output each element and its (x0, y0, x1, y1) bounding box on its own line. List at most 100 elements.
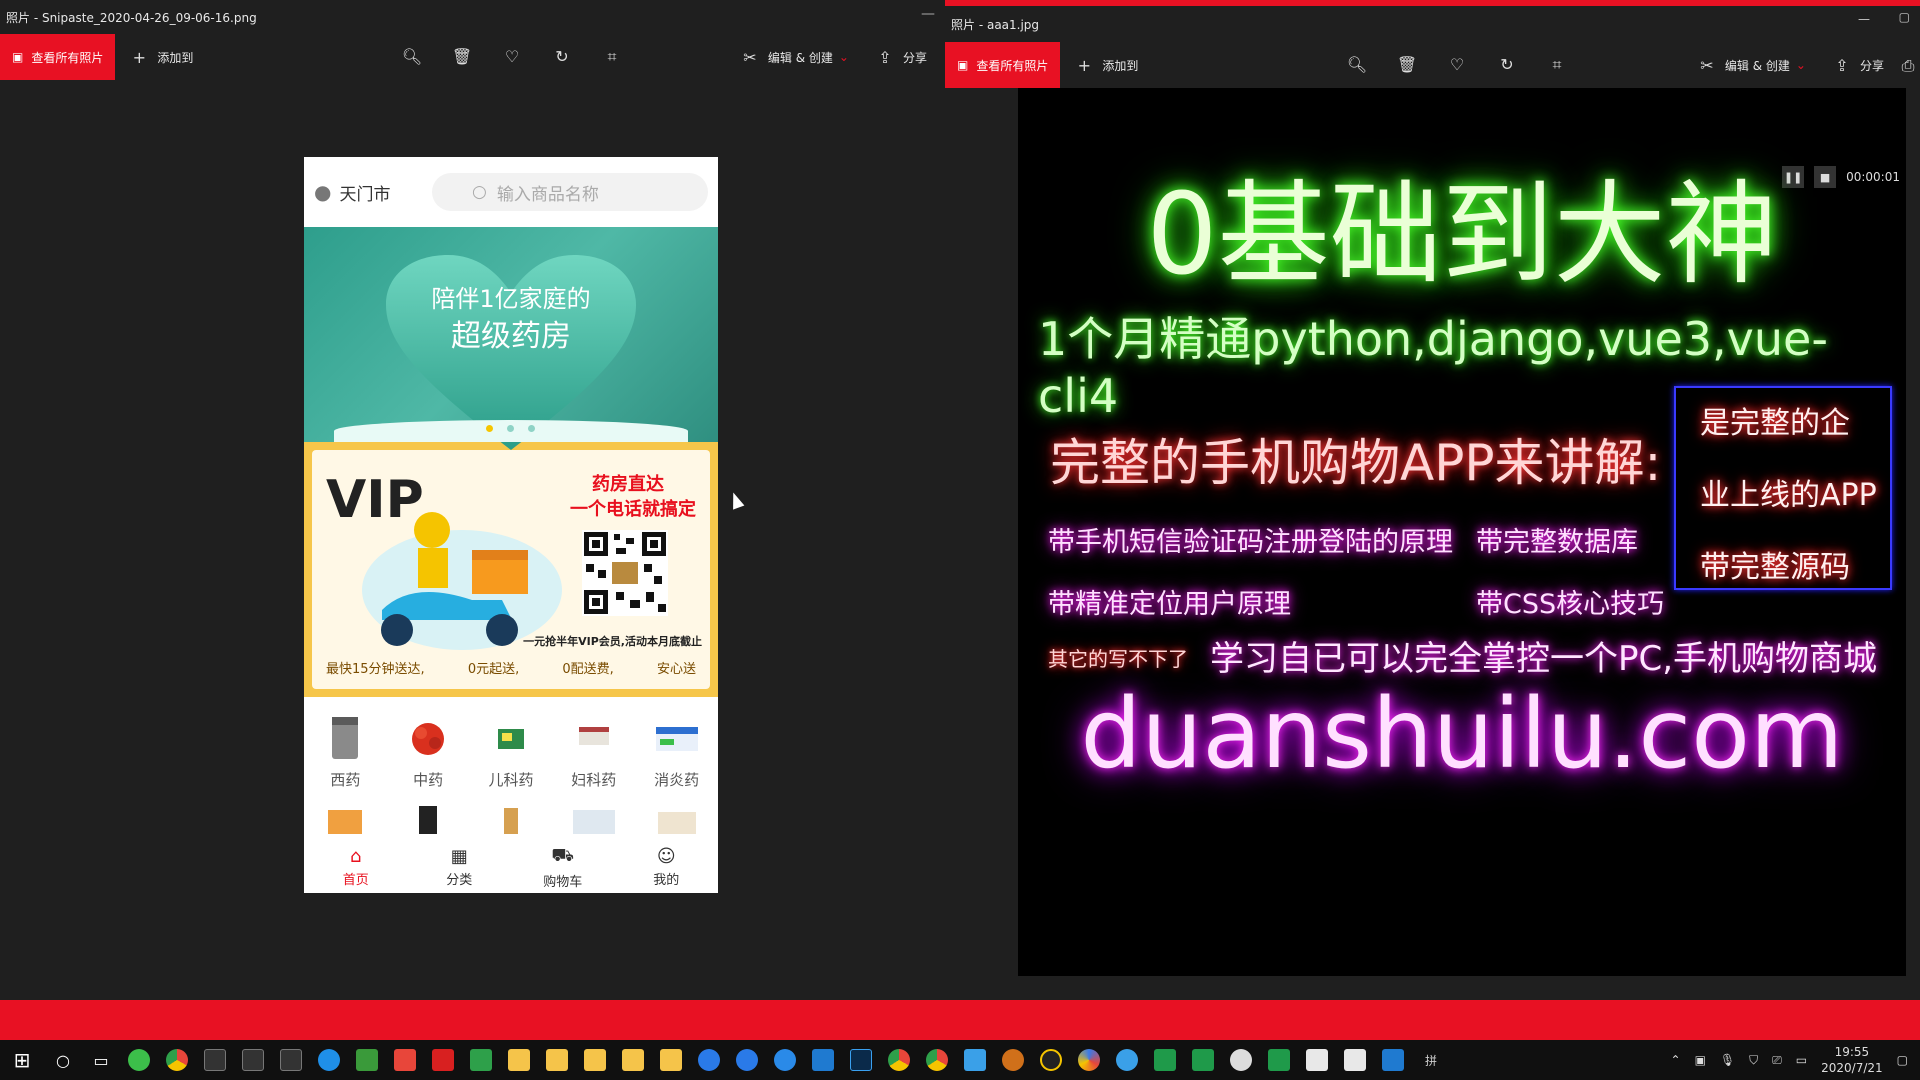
app-grid-icon[interactable] (386, 1040, 424, 1080)
photoshop-icon[interactable] (842, 1040, 880, 1080)
edit-create-button[interactable]: ✂ 编辑 & 创建 ⌄ (726, 34, 861, 80)
minimize-button[interactable]: — (1858, 12, 1870, 26)
search-icon[interactable]: ○ (44, 1040, 82, 1080)
carousel-dot[interactable] (507, 425, 514, 432)
wechat-icon[interactable] (1222, 1040, 1260, 1080)
add-to-button[interactable]: + 添加到 (115, 34, 205, 80)
windows-start-icon[interactable]: ⊞ (0, 1040, 44, 1080)
carousel-dot[interactable] (528, 425, 535, 432)
app-orange-icon[interactable] (994, 1040, 1032, 1080)
product-thumb[interactable] (571, 804, 617, 834)
app-green-icon[interactable] (120, 1040, 158, 1080)
view-all-photos-button[interactable]: ▣ 查看所有照片 (0, 34, 116, 80)
browser-icon[interactable] (310, 1040, 348, 1080)
favorite-icon[interactable]: ♡ (500, 47, 524, 67)
shield-icon[interactable]: ⛉ (1749, 1053, 1758, 1068)
share-button[interactable]: ⇪ 分享 (861, 34, 939, 80)
chrome-icon[interactable] (158, 1040, 196, 1080)
microphone-icon[interactable]: 🎙︎ (1720, 1053, 1735, 1067)
network-icon[interactable]: ⎚ (1772, 1053, 1782, 1068)
pycharm-icon[interactable] (1184, 1040, 1222, 1080)
category-item[interactable]: 消炎药 (642, 715, 712, 790)
location-selector[interactable]: ● 天门市 (314, 180, 424, 205)
search-input[interactable]: ○ 输入商品名称 (432, 173, 708, 211)
chevron-up-icon[interactable]: ⌃ (1671, 1053, 1681, 1067)
nav-cart[interactable]: ⛟ 购物车 (528, 845, 598, 890)
ime-icon[interactable]: 拼 (1412, 1040, 1450, 1080)
favorite-icon[interactable]: ♡ (1445, 55, 1469, 75)
product-thumb[interactable] (654, 804, 700, 834)
player-icon[interactable] (1374, 1040, 1412, 1080)
maximize-button[interactable]: ▢ (1899, 10, 1910, 24)
window2-titlebar[interactable]: 照片 - aaa1.jpg — ▢ (945, 0, 1920, 42)
folder-icon[interactable] (538, 1040, 576, 1080)
carousel-dots[interactable] (486, 425, 535, 432)
app-cloud-icon[interactable] (1108, 1040, 1146, 1080)
product-thumb[interactable] (488, 804, 534, 834)
product-thumb[interactable] (322, 804, 368, 834)
battery-icon[interactable]: ▭ (1796, 1053, 1807, 1067)
product-thumb[interactable] (405, 804, 451, 834)
box-line1: 是完整的企 (1700, 406, 1850, 441)
delete-icon[interactable]: 🗑︎ (450, 47, 474, 67)
phone-header: ● 天门市 ○ 输入商品名称 (304, 157, 718, 227)
vip-title: VIP (326, 470, 424, 530)
category-item[interactable]: 西药 (310, 715, 380, 790)
tray-app-icon[interactable]: ▣ (1695, 1053, 1706, 1067)
nav-profile[interactable]: ☺ 我的 (631, 846, 701, 888)
chrome-icon[interactable] (918, 1040, 956, 1080)
window1-title: 照片 - Snipaste_2020-04-26_09-06-16.png (6, 10, 257, 25)
folder-icon[interactable] (500, 1040, 538, 1080)
rotate-icon[interactable]: ↻ (1495, 55, 1519, 75)
category-item[interactable]: 儿科药 (476, 715, 546, 790)
terminal-icon[interactable] (196, 1040, 234, 1080)
nav-home[interactable]: ⌂ 首页 (321, 846, 391, 888)
view-all-photos-button[interactable]: ▣ 查看所有照片 (945, 42, 1061, 88)
crop-icon[interactable]: ⌗ (1545, 55, 1569, 75)
vscode-icon[interactable] (462, 1040, 500, 1080)
photos-icon[interactable] (1336, 1040, 1374, 1080)
terminal-icon[interactable] (272, 1040, 310, 1080)
promo-banner[interactable]: 陪伴1亿家庭的 超级药房 (304, 227, 718, 450)
app-h-icon[interactable] (1260, 1040, 1298, 1080)
rotate-icon[interactable]: ↻ (550, 47, 574, 67)
photos-icon[interactable] (1298, 1040, 1336, 1080)
carousel-dot[interactable] (486, 425, 493, 432)
app-red-icon[interactable] (424, 1040, 462, 1080)
qq-icon[interactable] (1032, 1040, 1070, 1080)
category-item[interactable]: 妇科药 (559, 715, 629, 790)
edge-icon[interactable] (766, 1040, 804, 1080)
minimize-button[interactable]: — (921, 6, 935, 22)
app-blue-icon[interactable] (690, 1040, 728, 1080)
app-ring-icon[interactable] (1070, 1040, 1108, 1080)
folder-icon[interactable] (652, 1040, 690, 1080)
task-view-icon[interactable]: ▭ (82, 1040, 120, 1080)
notepad-icon[interactable] (348, 1040, 386, 1080)
box-line3: 带完整源码 (1700, 550, 1850, 585)
chrome-icon[interactable] (880, 1040, 918, 1080)
print-icon[interactable]: ⎙ (1896, 56, 1920, 88)
folder-icon[interactable] (576, 1040, 614, 1080)
delete-icon[interactable]: 🗑︎ (1395, 55, 1419, 75)
plus-icon: + (132, 47, 147, 67)
nav-category[interactable]: ▦ 分类 (424, 846, 494, 888)
crop-icon[interactable]: ⌗ (600, 47, 624, 67)
zoom-icon[interactable]: 🔍︎ (400, 47, 424, 67)
vscode-icon[interactable] (804, 1040, 842, 1080)
vip-banner[interactable]: VIP 药房直达 一个电话就搞定 一元抢半年VIP会员,活动本月底截止 最快15… (304, 442, 718, 697)
terminal-icon[interactable] (234, 1040, 272, 1080)
edit-create-button[interactable]: ✂ 编辑 & 创建 ⌄ (1683, 42, 1818, 88)
grid-icon: ▦ (450, 846, 468, 867)
app-w-icon[interactable] (956, 1040, 994, 1080)
folder-icon[interactable] (614, 1040, 652, 1080)
zoom-icon[interactable]: 🔍︎ (1345, 55, 1369, 75)
video-frame[interactable]: ❚❚ ■ 00:00:01 0基础到大神 1个月精通python,django,… (1018, 88, 1906, 976)
category-item[interactable]: 中药 (393, 715, 463, 790)
clock[interactable]: 19:55 2020/7/21 (1821, 1044, 1883, 1076)
notification-icon[interactable]: ▢ (1897, 1053, 1908, 1067)
pycharm-icon[interactable] (1146, 1040, 1184, 1080)
app-blue-icon[interactable] (728, 1040, 766, 1080)
share-button[interactable]: ⇪ 分享 (1818, 42, 1896, 88)
add-to-button[interactable]: + 添加到 (1060, 42, 1150, 88)
window1-titlebar[interactable]: 照片 - Snipaste_2020-04-26_09-06-16.png — (0, 0, 945, 34)
